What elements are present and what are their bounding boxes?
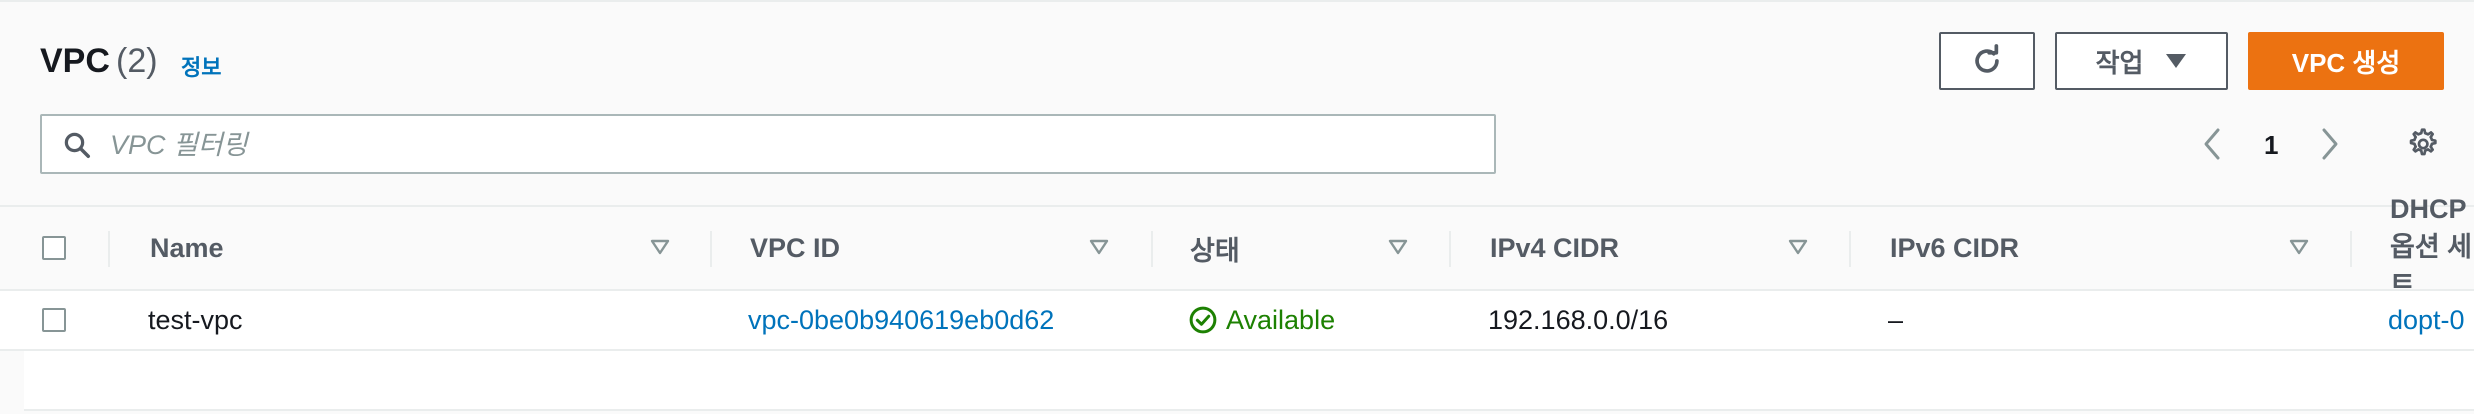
search-icon	[62, 130, 92, 165]
table-footer-area	[24, 351, 2474, 411]
page-title: VPC	[40, 42, 110, 80]
create-vpc-button[interactable]: VPC 생성	[2248, 32, 2444, 90]
table-header: Name VPC ID 상태 IPv4 CIDR IPv6 CIDR DHCP …	[0, 194, 2474, 301]
column-header-vpc-id[interactable]: VPC ID	[750, 207, 840, 289]
cell-ipv6-cidr: –	[1888, 304, 1904, 335]
gear-icon	[2409, 128, 2437, 156]
column-header-name[interactable]: Name	[150, 207, 224, 289]
current-page-number[interactable]: 1	[2264, 130, 2278, 161]
column-divider	[1151, 231, 1153, 267]
actions-dropdown-button[interactable]: 작업	[2055, 32, 2228, 90]
cell-ipv4-cidr: 192.168.0.0/16	[1488, 304, 1669, 335]
chevron-right-icon	[2322, 128, 2338, 160]
sort-icon	[1089, 239, 1109, 255]
column-divider	[710, 231, 712, 267]
sort-icon	[650, 239, 670, 255]
column-header-dhcp-option-set[interactable]: DHCP 옵션 세트	[2390, 194, 2474, 301]
check-circle-icon	[1189, 306, 1217, 334]
column-header-ipv6-cidr[interactable]: IPv6 CIDR	[1890, 207, 2019, 289]
column-divider	[2350, 231, 2352, 267]
column-header-status[interactable]: 상태	[1190, 207, 1240, 289]
vpc-panel: VPC (2) 정보 작업 VPC 생성 1	[0, 0, 2474, 414]
info-link[interactable]: 정보	[181, 50, 221, 82]
column-divider	[1849, 231, 1851, 267]
cell-status: Available	[1188, 291, 1335, 349]
cell-vpc-id-link[interactable]: vpc-0be0b940619eb0d62	[748, 291, 1054, 349]
table-row[interactable]: test-vpc vpc-0be0b940619eb0d62 Available…	[0, 291, 2474, 351]
next-page-button[interactable]	[2318, 126, 2342, 167]
previous-page-button[interactable]	[2200, 126, 2224, 167]
cell-dhcp-link[interactable]: dopt-0	[2388, 291, 2465, 349]
preferences-button[interactable]	[2404, 126, 2440, 167]
select-all-checkbox[interactable]	[42, 236, 66, 260]
cell-name: test-vpc	[148, 304, 243, 335]
column-header-ipv4-cidr[interactable]: IPv4 CIDR	[1490, 207, 1619, 289]
column-divider	[108, 231, 110, 267]
sort-icon	[1388, 239, 1408, 255]
actions-label: 작업	[2095, 47, 2144, 78]
create-vpc-label: VPC 생성	[2291, 47, 2401, 78]
search-box[interactable]	[40, 114, 1496, 174]
search-input[interactable]	[108, 124, 1472, 166]
chevron-left-icon	[2204, 128, 2220, 160]
row-checkbox[interactable]	[42, 308, 66, 332]
refresh-icon	[1975, 44, 1999, 73]
refresh-button[interactable]	[1939, 32, 2035, 90]
sort-icon	[1788, 239, 1808, 255]
status-label: Available	[1226, 304, 1336, 335]
sort-icon	[2289, 239, 2309, 255]
column-divider	[1449, 231, 1451, 267]
caret-down-icon	[2166, 54, 2187, 68]
vpc-count: (2)	[116, 42, 158, 80]
